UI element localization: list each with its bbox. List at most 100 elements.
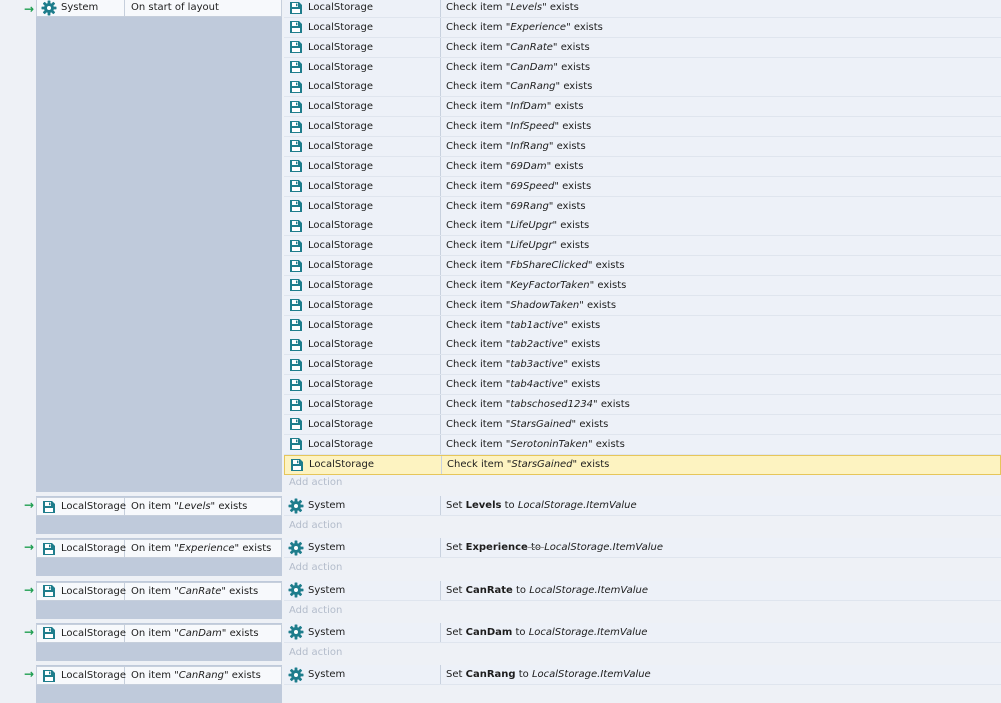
action-row[interactable]: LocalStorage Check item "tab2active" exis…	[284, 335, 1001, 356]
action-object-cell: LocalStorage	[284, 395, 441, 414]
action-row[interactable]: System Set CanDam to LocalStorage.ItemVal…	[284, 622, 1001, 643]
action-object-cell: LocalStorage	[284, 275, 441, 295]
action-row[interactable]: LocalStorage Check item "Experience" exis…	[284, 17, 1001, 38]
add-action-link[interactable]: Add action	[289, 647, 342, 658]
action-prefix: Check item	[446, 121, 506, 133]
action-prefix: Check item	[446, 220, 506, 232]
action-row[interactable]: LocalStorage Check item "LifeUpgr" exists	[284, 236, 1001, 257]
action-object-cell: LocalStorage	[284, 355, 441, 375]
action-object-name: LocalStorage	[308, 21, 374, 33]
local-storage-icon	[290, 80, 302, 93]
action-text: Check item "69Rang" exists	[441, 201, 586, 212]
action-row[interactable]: LocalStorage Check item "FbShareClicked" …	[284, 256, 1001, 277]
condition-object-cell: System	[37, 0, 125, 16]
action-row[interactable]: System Set CanRang to LocalStorage.ItemVa…	[284, 665, 1001, 686]
action-text: Check item "tabschosed1234" exists	[441, 399, 630, 410]
action-row[interactable]: LocalStorage Check item "CanDam" exists	[284, 57, 1001, 78]
action-row[interactable]: LocalStorage Check item "InfSpeed" exists	[284, 117, 1001, 138]
local-storage-icon	[290, 200, 302, 212]
action-object-name: LocalStorage	[308, 399, 374, 410]
local-storage-icon	[290, 140, 302, 153]
action-row[interactable]: LocalStorage Check item "tab4active" exis…	[284, 375, 1001, 396]
action-to: to	[512, 626, 529, 638]
action-row[interactable]: LocalStorage Check item "InfRang" exists	[284, 136, 1001, 157]
add-action-link[interactable]: Add action	[289, 562, 342, 573]
event-condition-row[interactable]: LocalStorage On item "CanRate" exists	[36, 581, 282, 601]
action-object-cell: LocalStorage	[284, 176, 441, 196]
add-action-link[interactable]: Add action	[289, 520, 342, 531]
action-row[interactable]: LocalStorage Check item "CanRang" exists	[284, 77, 1001, 98]
event-condition-row[interactable]: LocalStorage On item "Levels" exists	[36, 497, 282, 516]
action-item-key: "FbShareClicked"	[505, 260, 593, 272]
action-row[interactable]: LocalStorage Check item "StarsGained" exi…	[284, 454, 1001, 475]
action-text: Check item "tab3active" exists	[441, 359, 600, 370]
action-object-name: LocalStorage	[308, 438, 374, 450]
action-object-cell: LocalStorage	[284, 77, 441, 97]
action-text: Check item "StarsGained" exists	[442, 459, 609, 470]
event-condition-row[interactable]: LocalStorage On item "CanDam" exists	[36, 623, 282, 643]
action-object-cell: System	[284, 496, 441, 515]
action-item-key: "InfDam"	[505, 101, 552, 113]
action-object-name: System	[308, 669, 346, 681]
action-row[interactable]: LocalStorage Check item "69Rang" exists	[284, 196, 1001, 217]
local-storage-icon	[290, 100, 302, 113]
action-item-key: "Levels"	[505, 2, 547, 13]
action-item-key: "tab4active"	[505, 379, 569, 391]
action-text: Set CanRang to LocalStorage.ItemValue	[441, 669, 651, 680]
action-object-name: LocalStorage	[308, 240, 374, 252]
action-suffix: exists	[557, 240, 590, 252]
action-row[interactable]: LocalStorage Check item "InfDam" exists	[284, 97, 1001, 118]
action-row[interactable]: LocalStorage Check item "69Speed" exists	[284, 176, 1001, 197]
action-row[interactable]: LocalStorage Check item "LifeUpgr" exists	[284, 216, 1001, 237]
action-row[interactable]: LocalStorage Check item "tab3active" exis…	[284, 355, 1001, 376]
action-suffix: exists	[557, 220, 590, 232]
action-row[interactable]: LocalStorage Check item "SerotoninTaken" …	[284, 434, 1001, 455]
action-to: to	[512, 584, 530, 596]
action-suffix: exists	[592, 438, 625, 450]
action-object-name: LocalStorage	[308, 319, 374, 331]
action-item-key: "InfSpeed"	[505, 121, 560, 133]
action-row[interactable]: LocalStorage Check item "tabschosed1234" …	[284, 395, 1001, 415]
action-object-name: LocalStorage	[308, 260, 374, 272]
action-item-key: "SerotoninTaken"	[505, 438, 593, 450]
action-row[interactable]: LocalStorage Check item "69Dam" exists	[284, 156, 1001, 177]
action-text: Check item "CanRang" exists	[441, 81, 592, 92]
action-row[interactable]: System Set CanRate to LocalStorage.ItemVa…	[284, 580, 1001, 601]
action-prefix: Check item	[446, 180, 506, 192]
condition-object-name: LocalStorage	[61, 627, 127, 639]
action-item-key: "tab1active"	[505, 319, 569, 331]
event-condition-row[interactable]: LocalStorage On item "Experience" exists	[36, 539, 282, 559]
action-suffix: exists	[568, 379, 601, 391]
event-condition-column[interactable]	[36, 0, 282, 492]
action-suffix: exists	[553, 200, 586, 212]
action-row[interactable]: LocalStorage Check item "ShadowTaken" exi…	[284, 295, 1001, 316]
action-prefix: Check item	[446, 260, 506, 272]
condition-prefix: On item	[131, 543, 175, 555]
action-object-name: LocalStorage	[308, 379, 374, 391]
action-row[interactable]: LocalStorage Check item "CanRate" exists	[284, 37, 1001, 58]
action-row[interactable]: LocalStorage Check item "KeyFactorTaken" …	[284, 275, 1001, 296]
action-suffix: exists	[577, 459, 610, 471]
action-row[interactable]: System Set Levels to LocalStorage.ItemVal…	[284, 496, 1001, 516]
event-condition-row[interactable]: System On start of layout	[36, 0, 282, 17]
action-item-key: "69Speed"	[505, 180, 559, 192]
action-object-name: LocalStorage	[308, 339, 374, 351]
action-object-cell: LocalStorage	[285, 455, 442, 474]
add-action-link[interactable]: Add action	[289, 477, 342, 488]
action-row[interactable]: LocalStorage Check item "tab1active" exis…	[284, 315, 1001, 336]
action-item-key: "tab3active"	[505, 359, 569, 371]
action-object-cell: LocalStorage	[284, 216, 441, 236]
local-storage-icon	[43, 585, 55, 598]
action-object-cell: LocalStorage	[284, 17, 441, 37]
action-object-name: LocalStorage	[308, 81, 374, 93]
action-row[interactable]: System Set Experience to LocalStorage.Ite…	[284, 538, 1001, 559]
event-condition-row[interactable]: LocalStorage On item "CanRang" exists	[36, 666, 282, 686]
condition-object-cell: LocalStorage	[37, 540, 126, 558]
action-row[interactable]: LocalStorage Check item "Levels" exists	[284, 0, 1001, 18]
action-row[interactable]: LocalStorage Check item "StarsGained" exi…	[284, 414, 1001, 435]
condition-object-cell: LocalStorage	[37, 624, 127, 642]
add-action-link[interactable]: Add action	[289, 605, 342, 616]
local-storage-icon	[290, 438, 302, 451]
action-text: Check item "CanRate" exists	[441, 42, 590, 53]
action-item-key: "tab2active"	[505, 339, 569, 351]
